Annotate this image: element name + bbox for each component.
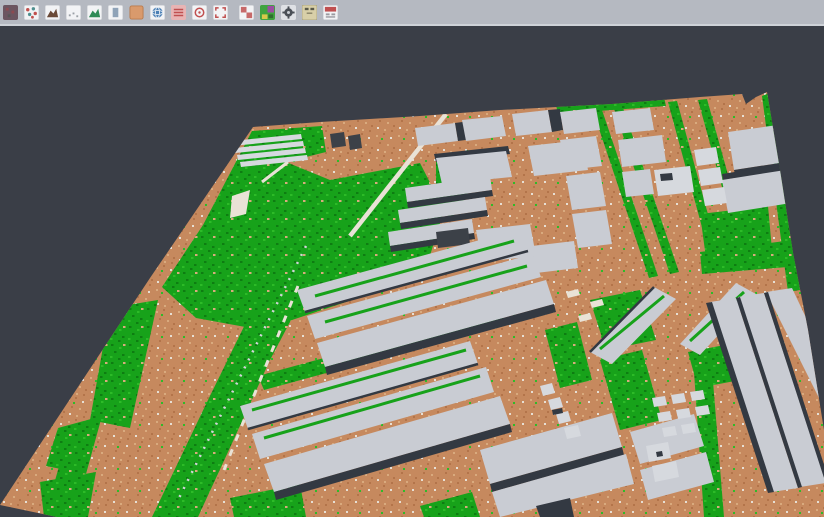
dark-bldg-2 [348,134,362,150]
flag-icon[interactable] [322,3,339,21]
tiled-model-icon[interactable] [107,3,124,21]
checker-icon-glyph [239,5,254,20]
point-cloud-icon[interactable] [23,3,40,21]
texture-icon-glyph [3,5,18,20]
selection-icon-glyph [213,5,228,20]
bldg [618,135,666,167]
storage-bldg [654,166,694,196]
bldg [622,169,654,197]
scene-3d-render [0,28,824,517]
mesh-icon[interactable] [86,3,103,21]
storage-mark [660,173,673,181]
notes-icon-glyph [302,5,317,20]
settings-icon[interactable] [280,3,297,21]
notes-icon[interactable] [301,3,318,21]
selection-icon[interactable] [212,3,229,21]
viewport-3d[interactable] [0,28,824,517]
toolbar [0,0,824,26]
sparse-cloud-icon[interactable] [65,3,82,21]
application-window [0,0,824,517]
bldg-small [702,187,727,206]
mesh-icon-glyph [87,5,102,20]
settings-icon-glyph [281,5,296,20]
globe-icon-glyph [150,5,165,20]
bldg [612,108,654,134]
small-mark [656,451,663,457]
bldg-small [694,147,719,166]
flag-icon-glyph [323,5,338,20]
sparse-cloud-icon-glyph [66,5,81,20]
bldg [572,210,612,248]
bldg [560,136,602,170]
target-icon[interactable] [191,3,208,21]
checker-icon[interactable] [238,3,255,21]
bldg [532,241,578,273]
orthomosaic-icon-glyph [129,5,144,20]
texture-icon[interactable] [2,3,19,21]
layers-icon[interactable] [170,3,187,21]
classification-icon-glyph [260,5,275,20]
dark-bldg-1 [330,132,346,148]
point-cloud-icon-glyph [24,5,39,20]
bldg-small [698,167,723,186]
bldg [560,108,600,134]
toolbar-group [2,3,229,21]
target-icon-glyph [192,5,207,20]
orthomosaic-icon[interactable] [128,3,145,21]
classification-icon[interactable] [259,3,276,21]
layers-icon-glyph [171,5,186,20]
bldg [566,172,606,210]
bldg [512,110,552,136]
terrain-model-icon[interactable] [44,3,61,21]
tiled-model-icon-glyph [108,5,123,20]
terrain-model-icon-glyph [45,5,60,20]
toolbar-group [238,3,339,21]
globe-icon[interactable] [149,3,166,21]
